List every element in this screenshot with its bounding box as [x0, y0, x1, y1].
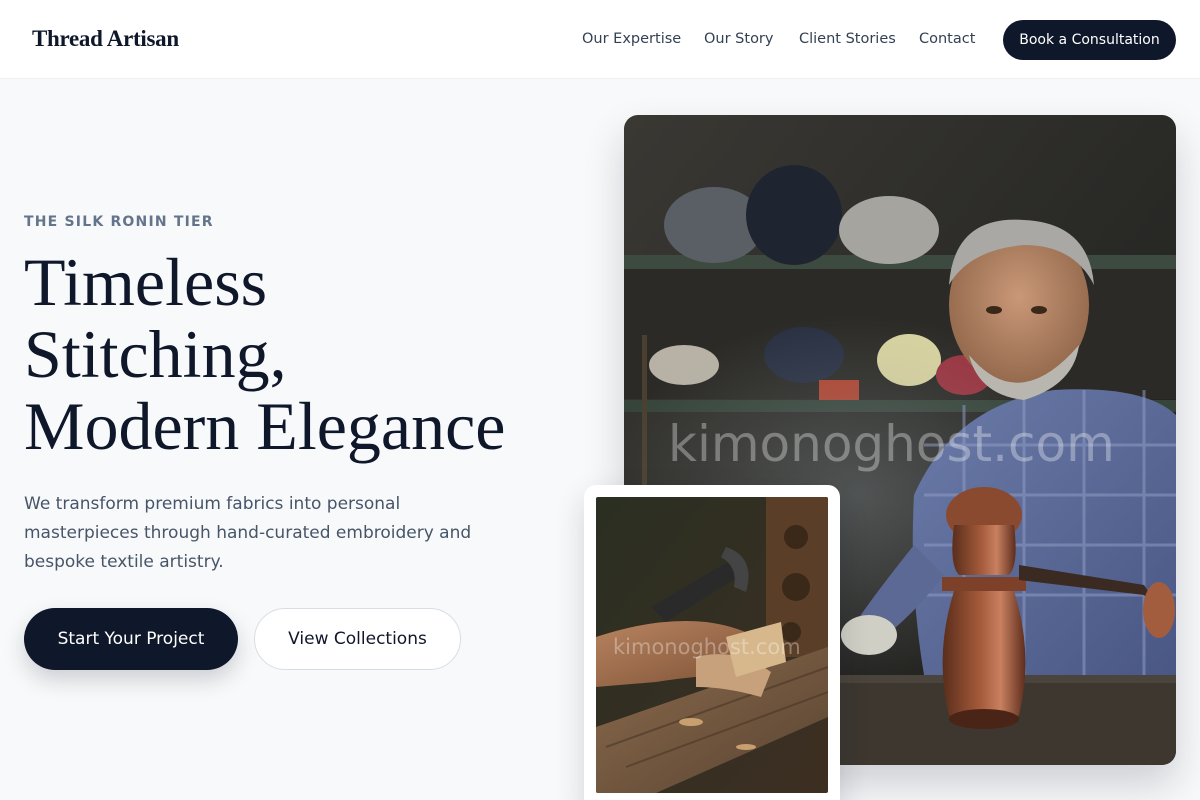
book-consultation-button[interactable]: Book a Consultation [1003, 20, 1176, 60]
nav-link-contact[interactable]: Contact [919, 31, 975, 47]
headline-line-1: Timeless [24, 244, 268, 320]
hero-headline: Timeless Stitching, Modern Elegance [24, 246, 584, 462]
nav-link-client-stories[interactable]: Client Stories [799, 31, 896, 47]
site-header: Thread Artisan Our Expertise Our Story C… [0, 0, 1200, 79]
headline-line-3: Modern Elegance [24, 388, 506, 464]
hero-subtext: We transform premium fabrics into person… [24, 494, 472, 572]
woodcarving-photo-illustration [596, 497, 828, 793]
nav-link-our-story[interactable]: Our Story [704, 31, 773, 47]
start-project-button[interactable]: Start Your Project [24, 608, 238, 670]
inset-image-card: kimonoghost.com [584, 485, 840, 800]
headline-line-2: Stitching, [24, 316, 287, 392]
nav-link-our-expertise[interactable]: Our Expertise [582, 31, 681, 47]
woodcarving-inset-image: kimonoghost.com [596, 497, 828, 793]
hero-eyebrow: THE SILK RONIN TIER [24, 214, 214, 230]
view-collections-button[interactable]: View Collections [254, 608, 461, 670]
